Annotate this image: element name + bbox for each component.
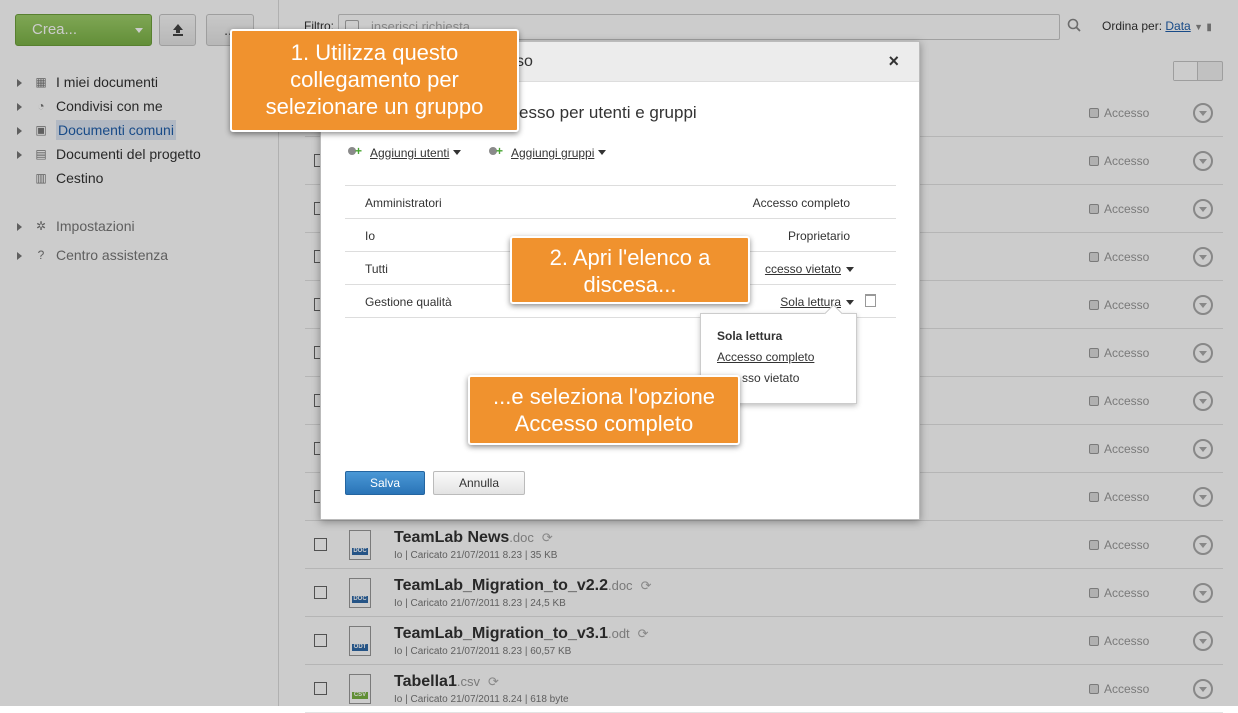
add-group-icon [489, 144, 505, 159]
callout-1-text: 1. Utilizza questo collegamento per sele… [265, 40, 484, 119]
save-button[interactable]: Salva [345, 471, 425, 495]
chevron-down-icon [453, 150, 462, 155]
permission-name: Amministratori [365, 196, 442, 210]
permission-select[interactable]: ccesso vietato [764, 262, 854, 276]
callout-1: 1. Utilizza questo collegamento per sele… [230, 29, 519, 132]
callout-2: 2. Apri l'elenco a discesa... [510, 236, 750, 304]
permission-value: Accesso completo [752, 196, 850, 210]
documents-page: Crea... ... ▦I miei documenti ◔Condivisi… [0, 0, 1238, 713]
permission-value: Proprietario [787, 229, 850, 243]
callout-2-text: 2. Apri l'elenco a discesa... [549, 245, 711, 297]
callout-3-text: ...e seleziona l'opzione Accesso complet… [493, 384, 715, 436]
add-groups-link[interactable]: Aggiungi gruppi [489, 144, 607, 160]
dropdown-option-read-only[interactable]: Sola lettura [717, 329, 782, 343]
dropdown-option-denied[interactable]: sso vietato [742, 371, 799, 385]
trash-icon[interactable] [865, 294, 876, 307]
add-groups-label: Aggiungi gruppi [511, 146, 595, 160]
permission-select-label: ccesso vietato [764, 262, 841, 276]
add-user-icon [348, 144, 364, 159]
permission-name: Io [365, 229, 376, 243]
add-users-label: Aggiungi utenti [370, 146, 450, 160]
permission-name: Tutti [365, 262, 388, 276]
dialog-subtitle: esso per utenti e gruppi [519, 103, 697, 122]
chevron-down-icon [846, 267, 854, 272]
permission-row: Amministratori Accesso completo [345, 186, 896, 219]
callout-3: ...e seleziona l'opzione Accesso complet… [468, 375, 740, 445]
cancel-button[interactable]: Annulla [433, 471, 525, 495]
dropdown-option-full-access[interactable]: Accesso completo [717, 350, 814, 364]
close-icon[interactable]: × [888, 51, 899, 72]
permission-name: Gestione qualità [365, 295, 452, 309]
chevron-down-icon [846, 300, 854, 305]
add-users-link[interactable]: Aggiungi utenti [348, 144, 462, 160]
chevron-down-icon [598, 150, 607, 155]
